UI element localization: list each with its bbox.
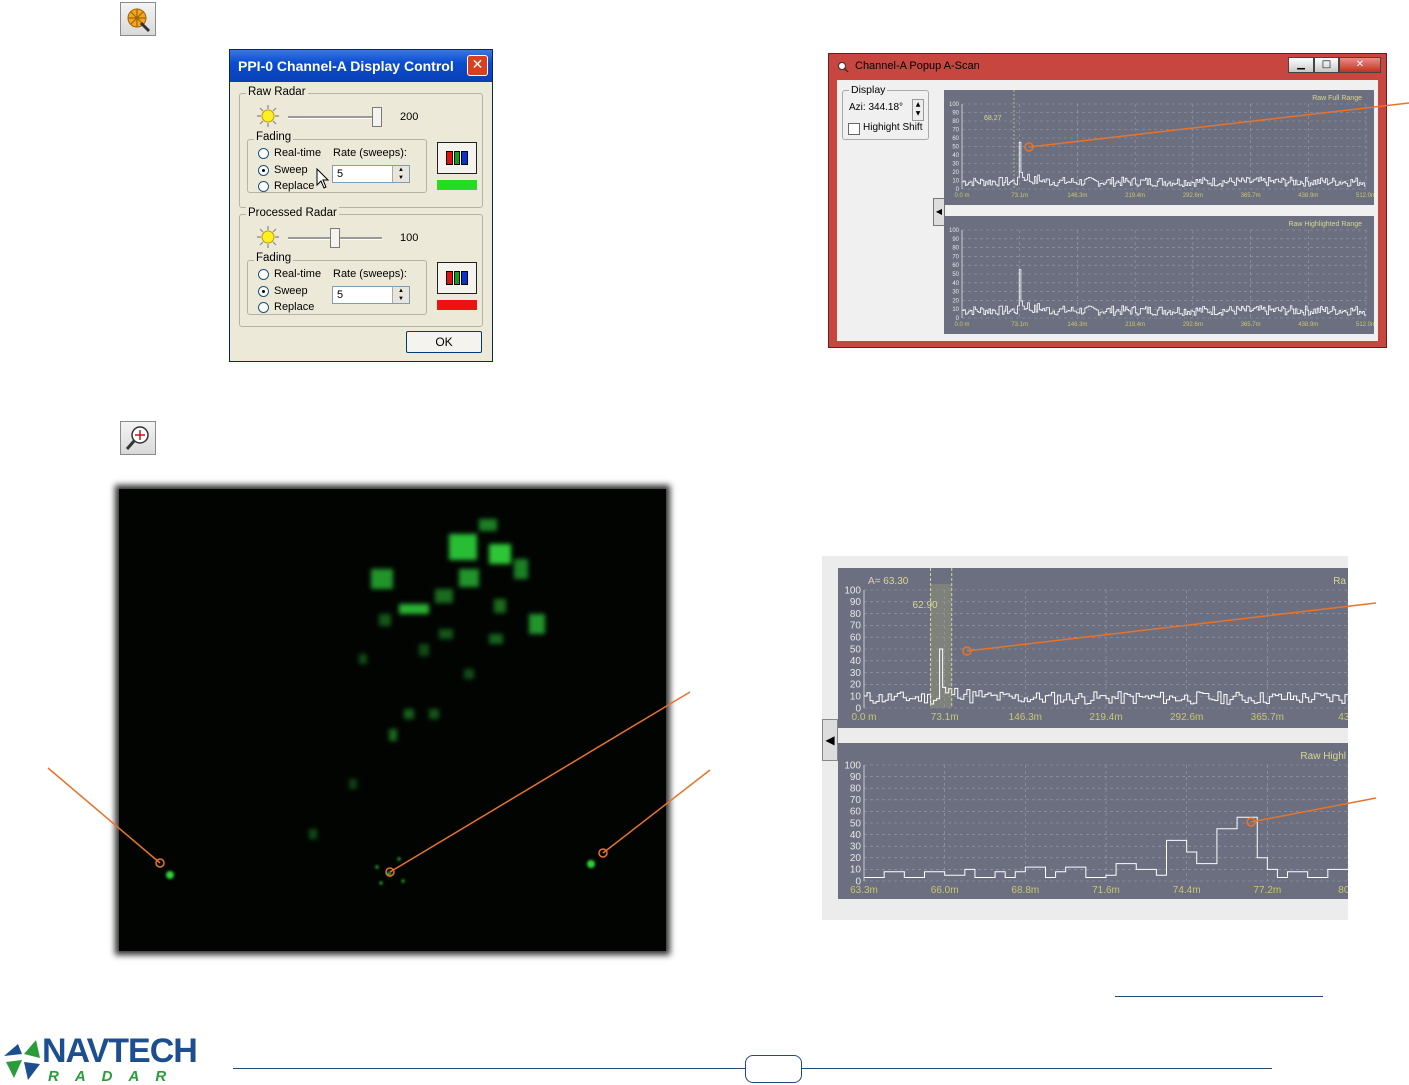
callout-lines [47,102,1409,877]
logo-wordmark: NAVTECH [42,1032,198,1070]
footer-rule-right [802,1068,1272,1069]
page-number-box [745,1055,802,1083]
navtech-logo-mark-icon [4,1040,40,1080]
logo-subtitle: RADAR [48,1068,183,1085]
footer-rule-left [233,1068,745,1069]
navtech-logo: NAVTECH RADAR [0,1030,220,1085]
footer-underline [1115,996,1323,997]
